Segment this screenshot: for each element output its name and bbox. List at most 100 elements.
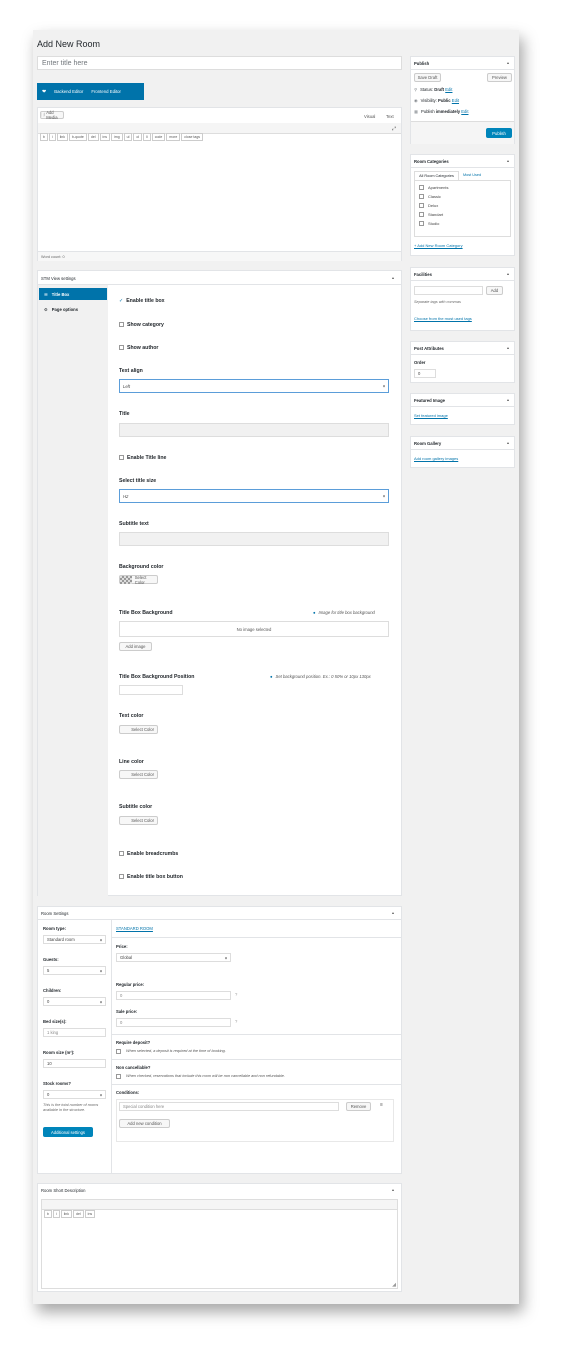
backend-editor-button[interactable]: Backend Editor [54,89,83,94]
quicktag-button[interactable]: more [166,133,181,141]
category-label: Standart [428,212,444,217]
category-item[interactable]: Studio [419,221,439,226]
quicktag-button[interactable]: ins [84,1210,96,1218]
children-select[interactable]: 0 ▾ [43,997,106,1006]
standard-room-link[interactable]: STANDARD ROOM [116,926,153,931]
short-desc-quicktags: b i link del ins [42,1200,397,1218]
subtitle-text-field[interactable] [119,532,389,546]
enable-breadcrumbs-checkbox[interactable] [119,851,124,856]
category-checkbox[interactable] [419,185,424,190]
text-color-picker[interactable]: Select Color [119,725,158,734]
add-image-button[interactable]: Add image [119,642,152,651]
room-size-input[interactable]: 10 [43,1059,106,1068]
subtitle-color-picker[interactable]: Select Color [119,816,158,825]
bg-color-picker[interactable]: Select Color [119,575,158,585]
add-gallery-images-link[interactable]: Add room gallery images [414,456,458,461]
category-checkbox[interactable] [419,221,424,226]
bg-position-input[interactable] [119,685,183,695]
quicktag-button[interactable]: code [151,133,166,141]
collapse-icon[interactable]: ▴ [392,910,394,915]
enable-title-box-button-checkbox[interactable] [119,874,124,879]
bed-size-input[interactable]: 1 king [43,1028,106,1037]
enable-title-line-checkbox[interactable] [119,455,124,460]
edit-date-link[interactable]: Edit [461,109,468,114]
line-color-picker[interactable]: Select Color [119,770,158,779]
regular-price-input[interactable]: 0 [116,991,231,1000]
quicktag-button[interactable]: b [40,133,48,141]
condition-input[interactable]: Special condition here [119,1102,339,1111]
require-deposit-checkbox[interactable] [116,1049,121,1054]
tab-text[interactable]: Text [386,114,394,119]
publish-button[interactable]: Publish [486,128,512,138]
quicktag-button[interactable]: link [60,1210,72,1218]
category-item[interactable]: Apartments [419,185,448,190]
category-checkbox[interactable] [419,194,424,199]
quicktag-button[interactable]: del [73,1210,84,1218]
tab-title-box[interactable]: ☰ Title Box [39,288,107,300]
quicktag-button[interactable]: i [48,133,56,141]
quicktag-button[interactable]: ins [99,133,111,141]
save-draft-button[interactable]: Save Draft [414,73,441,82]
category-checkbox[interactable] [419,203,424,208]
quicktag-button[interactable]: close tags [181,133,204,141]
preview-button[interactable]: Preview [487,73,512,82]
resize-handle-icon[interactable]: ◢ [392,1282,396,1288]
tab-most-used[interactable]: Most Used [463,173,481,177]
collapse-icon[interactable]: ▴ [507,158,509,163]
category-item[interactable]: Classic [419,194,441,199]
collapse-icon[interactable]: ▴ [392,1187,394,1192]
title-field[interactable] [119,423,389,437]
show-author-checkbox[interactable] [119,345,124,350]
add-condition-button[interactable]: Add new condition [119,1119,170,1128]
frontend-editor-button[interactable]: Frontend Editor [91,89,121,94]
non-cancellable-checkbox[interactable] [116,1074,121,1079]
collapse-icon[interactable]: ▴ [507,397,509,402]
short-desc-editor[interactable]: b i link del ins ◢ [41,1199,398,1289]
collapse-icon[interactable]: ▴ [507,440,509,445]
info-icon: ● [270,674,273,679]
collapse-icon[interactable]: ▴ [507,345,509,350]
facilities-add-button[interactable]: Add [486,286,503,295]
title-size-select[interactable]: H2 ▾ [119,489,389,503]
collapse-icon[interactable]: ▴ [507,60,509,65]
guests-select[interactable]: 5 ▾ [43,966,106,975]
quicktag-button[interactable]: ul [123,133,133,141]
show-category-checkbox[interactable] [119,322,124,327]
category-item[interactable]: Standart [419,212,443,217]
room-type-select[interactable]: Standard room ▾ [43,935,106,944]
set-featured-image-link[interactable]: Set featured image [414,413,448,418]
order-input[interactable]: 0 [414,369,436,378]
price-select[interactable]: Global ▾ [116,953,231,962]
sale-price-input[interactable]: 0 [116,1018,231,1027]
edit-visibility-link[interactable]: Edit [452,98,459,103]
add-category-link[interactable]: + Add New Room Category [414,243,463,248]
tab-all-categories[interactable]: All Room Categories [414,171,459,180]
additional-settings-button[interactable]: Additional settings [43,1127,93,1137]
edit-status-link[interactable]: Edit [445,87,452,92]
text-align-select[interactable]: Left ▾ [119,379,389,393]
quicktag-button[interactable]: del [87,133,99,141]
chevron-down-icon: ▾ [99,937,102,942]
fullscreen-icon[interactable]: ⤢ [392,126,396,132]
add-media-button[interactable]: 🗍 Add Media [40,110,64,120]
title-input[interactable]: Enter title here [37,56,402,70]
quicktag-button[interactable]: i [52,1210,60,1218]
category-checkbox[interactable] [419,212,424,217]
collapse-icon[interactable]: ▴ [507,271,509,276]
quicktag-button[interactable]: img [111,133,123,141]
quicktag-button[interactable]: link [56,133,68,141]
quicktag-button[interactable]: b-quote [69,133,87,141]
drag-handle-icon[interactable]: ≡ [380,1102,383,1108]
choose-tags-link[interactable]: Choose from the most used tags [414,316,472,321]
enable-title-box-row[interactable]: ✓ Enable title box [119,298,165,304]
stock-select[interactable]: 0 ▾ [43,1090,106,1099]
category-item[interactable]: Delux [419,203,438,208]
collapse-icon[interactable]: ▴ [392,275,394,280]
remove-condition-button[interactable]: Remove [346,1102,371,1111]
tab-page-options[interactable]: ⚙ Page options [39,303,107,315]
quicktag-button[interactable]: ol [133,133,143,141]
quicktag-button[interactable]: li [143,133,151,141]
facilities-input[interactable] [414,286,483,295]
quicktag-button[interactable]: b [44,1210,52,1218]
tab-visual[interactable]: Visual [364,114,375,119]
